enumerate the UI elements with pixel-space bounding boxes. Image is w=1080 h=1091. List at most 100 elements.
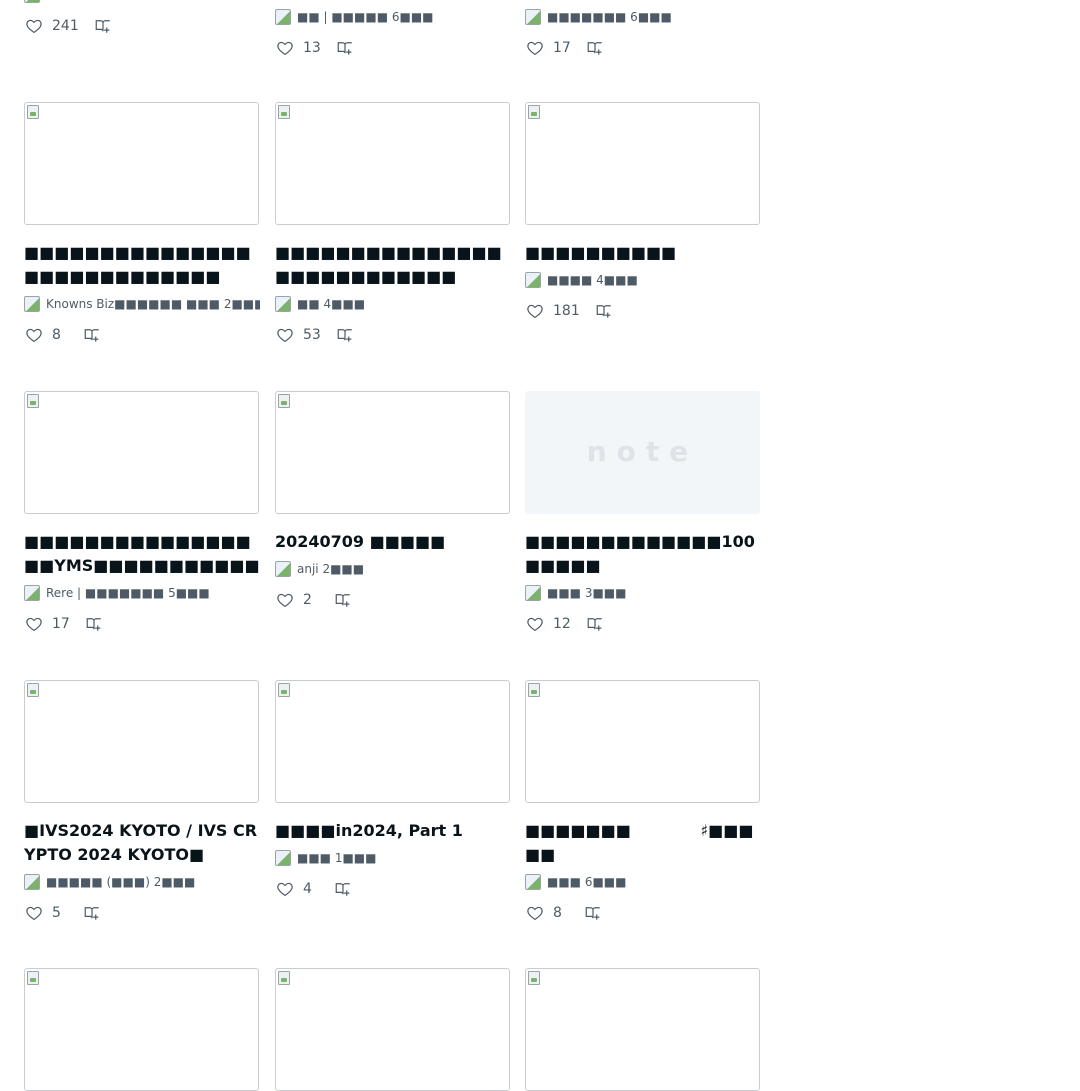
like-button[interactable]: 53 xyxy=(275,326,321,344)
heart-icon xyxy=(277,328,293,342)
article-card[interactable]: ■■■■■■■ ♯■■■■■ ■■■ 6■■■ 8 xyxy=(525,680,761,925)
author-name[interactable]: ■■■■■■■ 6■■■ xyxy=(547,10,672,24)
article-thumbnail[interactable] xyxy=(525,102,760,225)
author-name[interactable]: ■■■ 1■■■ xyxy=(297,851,376,865)
article-card[interactable]: ■■■■■■■■■■■■■■■■■■■■■■■■■■■ ■■ 4■■■ 53 xyxy=(275,102,511,347)
heart-icon xyxy=(527,906,543,920)
author-line: Knowns Biz■■■■■■ ■■■ 2■■■ xyxy=(24,295,260,313)
article-title[interactable]: ■IVS2024 KYOTO / IVS CRYPTO 2024 KYOTO■ xyxy=(24,819,260,867)
author-name[interactable]: Knowns Biz■■■■■■ ■■■ 2■■■ xyxy=(46,297,260,311)
article-thumbnail[interactable] xyxy=(525,680,760,803)
note-logo: note xyxy=(586,435,699,468)
article-card[interactable] xyxy=(275,968,511,1091)
book-plus-icon[interactable] xyxy=(585,615,605,633)
book-plus-icon[interactable] xyxy=(583,904,603,922)
article-title[interactable]: ■■■■■■■■■■■■■■■■■YMS■■■■■■■■■■■■■eSIM■■■… xyxy=(24,530,260,578)
article-thumbnail[interactable] xyxy=(275,680,510,803)
author-avatar[interactable] xyxy=(525,9,541,25)
author-avatar[interactable] xyxy=(24,0,40,3)
author-line: ■■■■■■■ 6■■■ xyxy=(525,8,761,26)
book-plus-icon[interactable] xyxy=(333,591,353,609)
author-avatar[interactable] xyxy=(275,561,291,577)
book-plus-icon[interactable] xyxy=(585,39,605,57)
article-title[interactable]: ■■■■■■■■■■■■■■■■■■■■■■■■■■■ xyxy=(275,241,511,289)
like-button[interactable]: 17 xyxy=(24,615,70,633)
broken-image-icon xyxy=(27,394,39,408)
author-avatar[interactable] xyxy=(275,850,291,866)
card-actions: 8 xyxy=(24,323,260,347)
like-button[interactable]: 8 xyxy=(525,904,569,922)
article-card[interactable]: ■■■■■■■■■■■■■■■■■YMS■■■■■■■■■■■■■eSIM■■■… xyxy=(24,391,260,636)
author-name[interactable]: ■■■■■ (■■■) 2■■■ xyxy=(46,875,195,889)
author-avatar[interactable] xyxy=(275,9,291,25)
article-card[interactable] xyxy=(24,968,260,1091)
heart-icon xyxy=(277,593,293,607)
author-name[interactable]: ■■■ 6■■■ xyxy=(547,875,626,889)
article-card[interactable] xyxy=(525,968,761,1091)
article-thumbnail[interactable] xyxy=(275,102,510,225)
article-thumbnail[interactable] xyxy=(275,968,510,1091)
like-count: 13 xyxy=(303,40,321,56)
book-plus-icon[interactable] xyxy=(335,39,355,57)
like-count: 5 xyxy=(52,905,61,921)
article-thumbnail[interactable] xyxy=(525,968,760,1091)
article-card[interactable]: ■■■■■■■■■■ ■■■■ 4■■■ 181 xyxy=(525,102,761,323)
article-thumbnail[interactable] xyxy=(24,391,259,514)
author-avatar[interactable] xyxy=(275,296,291,312)
like-button[interactable]: 2 xyxy=(275,591,319,609)
author-avatar[interactable] xyxy=(525,585,541,601)
like-button[interactable]: 5 xyxy=(24,904,68,922)
book-plus-icon[interactable] xyxy=(335,326,355,344)
like-button[interactable]: 241 xyxy=(24,17,79,35)
like-button[interactable]: 8 xyxy=(24,326,68,344)
broken-image-icon xyxy=(528,971,540,985)
article-title[interactable]: 20240709 ■■■■■ xyxy=(275,530,511,554)
article-title[interactable]: ■■■■■■■■■■■■■100■■■■■ xyxy=(525,530,761,578)
author-name[interactable]: anji 2■■■ xyxy=(297,562,364,576)
article-thumbnail[interactable] xyxy=(24,102,259,225)
article-card[interactable]: note ■■■■■■■■■■■■■100■■■■■ ■■■ 3■■■ 12 xyxy=(525,391,761,636)
article-title[interactable]: ■■■■■■■■■■■■■■■■■■■■■■■■■■■■ xyxy=(24,241,260,289)
book-plus-icon[interactable] xyxy=(93,17,113,35)
like-count: 241 xyxy=(52,18,79,34)
card-actions: 13 xyxy=(275,36,511,60)
author-avatar[interactable] xyxy=(24,585,40,601)
article-card[interactable]: 241 xyxy=(24,0,260,38)
like-button[interactable]: 12 xyxy=(525,615,571,633)
like-button[interactable]: 17 xyxy=(525,39,571,57)
article-card[interactable]: ■■■■■■■■■■■■■■■■■■■■■■■■■■■■ Knowns Biz■… xyxy=(24,102,260,347)
article-card[interactable]: ■IVS2024 KYOTO / IVS CRYPTO 2024 KYOTO■ … xyxy=(24,680,260,925)
like-count: 12 xyxy=(553,616,571,632)
author-name[interactable]: ■■ 4■■■ xyxy=(297,297,365,311)
like-button[interactable]: 4 xyxy=(275,880,319,898)
author-line: ■■■ 6■■■ xyxy=(525,873,761,891)
author-name[interactable]: ■■ | ■■■■■ 6■■■ xyxy=(297,10,434,24)
article-thumbnail[interactable]: note xyxy=(525,391,760,514)
article-card[interactable]: ■■■■in2024, Part 1 ■■■ 1■■■ 4 xyxy=(275,680,511,901)
book-plus-icon[interactable] xyxy=(82,904,102,922)
author-name[interactable]: ■■■■ 4■■■ xyxy=(547,273,638,287)
author-avatar[interactable] xyxy=(24,874,40,890)
article-card[interactable]: 20240709 ■■■■■ anji 2■■■ 2 xyxy=(275,391,511,612)
book-plus-icon[interactable] xyxy=(82,326,102,344)
broken-image-icon xyxy=(278,394,290,408)
article-thumbnail[interactable] xyxy=(24,968,259,1091)
like-button[interactable]: 181 xyxy=(525,302,580,320)
book-plus-icon[interactable] xyxy=(594,302,614,320)
author-name[interactable]: Rere | ■■■■■■■ 5■■■ xyxy=(46,586,210,600)
broken-image-icon xyxy=(27,683,39,697)
article-thumbnail[interactable] xyxy=(275,391,510,514)
author-avatar[interactable] xyxy=(525,272,541,288)
book-plus-icon[interactable] xyxy=(333,880,353,898)
book-plus-icon[interactable] xyxy=(84,615,104,633)
author-avatar[interactable] xyxy=(24,296,40,312)
author-name[interactable]: ■■■ 3■■■ xyxy=(547,586,626,600)
article-thumbnail[interactable] xyxy=(24,680,259,803)
article-title[interactable]: ■■■■■■■■■■ xyxy=(525,241,761,265)
article-card[interactable]: ■■■■■■■ 6■■■ 17 xyxy=(525,8,761,60)
article-card[interactable]: ■■ | ■■■■■ 6■■■ 13 xyxy=(275,8,511,60)
author-avatar[interactable] xyxy=(525,874,541,890)
like-button[interactable]: 13 xyxy=(275,39,321,57)
article-title[interactable]: ■■■■■■■ ♯■■■■■ xyxy=(525,819,761,867)
article-title[interactable]: ■■■■in2024, Part 1 xyxy=(275,819,511,843)
